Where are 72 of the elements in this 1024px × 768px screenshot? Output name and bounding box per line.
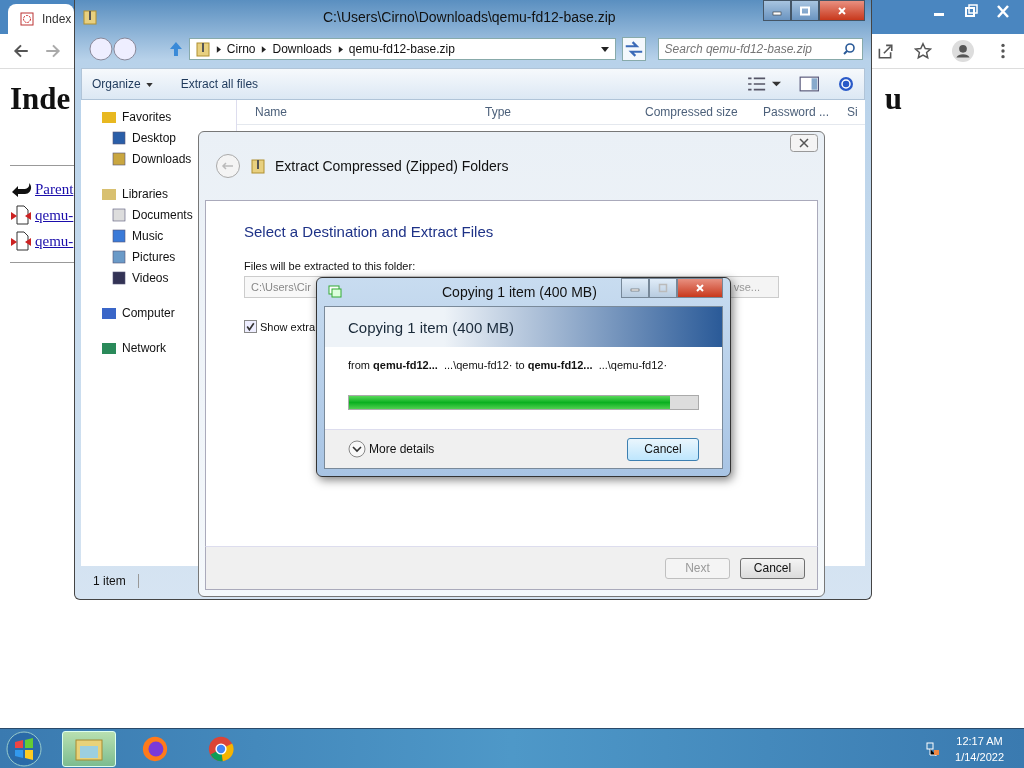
breadcrumb-item[interactable]: Downloads <box>272 42 332 56</box>
profile-icon[interactable] <box>952 40 974 62</box>
taskbar-button[interactable] <box>62 730 116 767</box>
page-heading: u <box>884 81 902 117</box>
column-header[interactable]: Name <box>237 105 467 119</box>
more-details-toggle[interactable]: More details <box>369 442 435 456</box>
toolbar-button[interactable]: Extract all files <box>180 77 259 91</box>
address-bar[interactable]: Cirno Downloads qemu-fd12-base.zip <box>188 38 616 60</box>
dialog-title: Copying 1 item (400 MB) <box>442 284 597 300</box>
checkbox[interactable] <box>244 320 257 333</box>
nav-item[interactable]: Favorites <box>81 106 236 127</box>
clock[interactable]: 12:17 AM 1/14/2022 <box>955 732 1004 765</box>
caret-icon <box>145 82 153 87</box>
chevron-icon[interactable] <box>215 45 221 53</box>
field-label: Files will be extracted to this folder: <box>244 260 417 272</box>
nav-item[interactable]: Computer <box>81 302 236 323</box>
file-icon <box>10 205 32 225</box>
start-button[interactable] <box>4 728 44 768</box>
column-header[interactable]: Si <box>841 105 865 119</box>
cancel-button[interactable]: Cancel <box>627 437 699 461</box>
maximize-icon <box>658 283 668 293</box>
wizard-heading: Select a Destination and Extract Files <box>244 223 495 240</box>
browser-tab[interactable]: Index <box>8 4 74 34</box>
nav-item[interactable]: Network <box>81 337 236 358</box>
column-header[interactable]: Type <box>467 105 627 119</box>
close-icon <box>837 5 847 16</box>
file-icon <box>10 231 32 251</box>
status-text: 1 item <box>93 574 139 588</box>
zip-folder-icon <box>83 9 97 25</box>
checkbox-label: Show extra <box>260 320 316 333</box>
maximize-icon <box>800 5 810 16</box>
close-icon <box>695 283 705 293</box>
chevron-icon[interactable] <box>337 45 343 53</box>
chevron-icon[interactable] <box>261 45 267 53</box>
view-options-icon[interactable] <box>747 76 782 92</box>
zip-folder-icon <box>251 158 265 174</box>
expand-icon[interactable] <box>348 440 366 458</box>
dropdown-icon[interactable] <box>600 46 609 52</box>
zip-folder-icon <box>195 41 210 57</box>
copy-heading: Copying 1 item (400 MB) <box>348 318 514 336</box>
close-button[interactable] <box>819 0 865 21</box>
toolbar-button[interactable]: Organize <box>92 77 153 91</box>
dialog-title: Extract Compressed (Zipped) Folders <box>275 158 509 174</box>
minimize-button[interactable] <box>763 0 791 21</box>
file-link[interactable]: qemu- <box>35 232 74 250</box>
maximize-button[interactable] <box>791 0 819 21</box>
back-icon[interactable] <box>12 42 30 60</box>
breadcrumb-item[interactable]: Cirno <box>226 42 256 56</box>
refresh-icon[interactable] <box>621 37 646 61</box>
copy-icon <box>328 285 342 299</box>
firefox-icon <box>140 734 170 763</box>
column-header[interactable]: Password ... <box>755 105 841 119</box>
window-title: C:\Users\Cirno\Downloads\qemu-fd12-base.zip <box>323 9 616 25</box>
search-icon <box>842 42 856 56</box>
page-heading: Inde <box>10 81 71 117</box>
close-button[interactable] <box>677 278 723 298</box>
favicon-icon <box>20 12 34 26</box>
chrome-icon <box>206 734 236 763</box>
minimize-button[interactable] <box>621 278 649 298</box>
close-icon[interactable] <box>790 134 818 152</box>
search-field[interactable]: Search qemu-fd12-base.zip <box>657 38 863 60</box>
share-icon[interactable] <box>876 42 894 60</box>
preview-pane-icon[interactable] <box>799 76 820 92</box>
file-link[interactable]: qemu- <box>35 206 74 224</box>
column-header[interactable]: Compressed size <box>627 105 755 119</box>
file-link[interactable]: Parent <box>35 180 74 198</box>
dialog-button[interactable]: Cancel <box>740 557 805 579</box>
copy-details: from qemu-fd12... ...\qemu-fd12· to qemu-fd12... ...\qemu-fd12· <box>348 359 668 371</box>
star-icon[interactable] <box>914 42 932 60</box>
nav-item[interactable]: Videos <box>81 267 236 288</box>
breadcrumb-item[interactable]: qemu-fd12-base.zip <box>348 42 455 56</box>
network-icon[interactable] <box>925 740 942 757</box>
